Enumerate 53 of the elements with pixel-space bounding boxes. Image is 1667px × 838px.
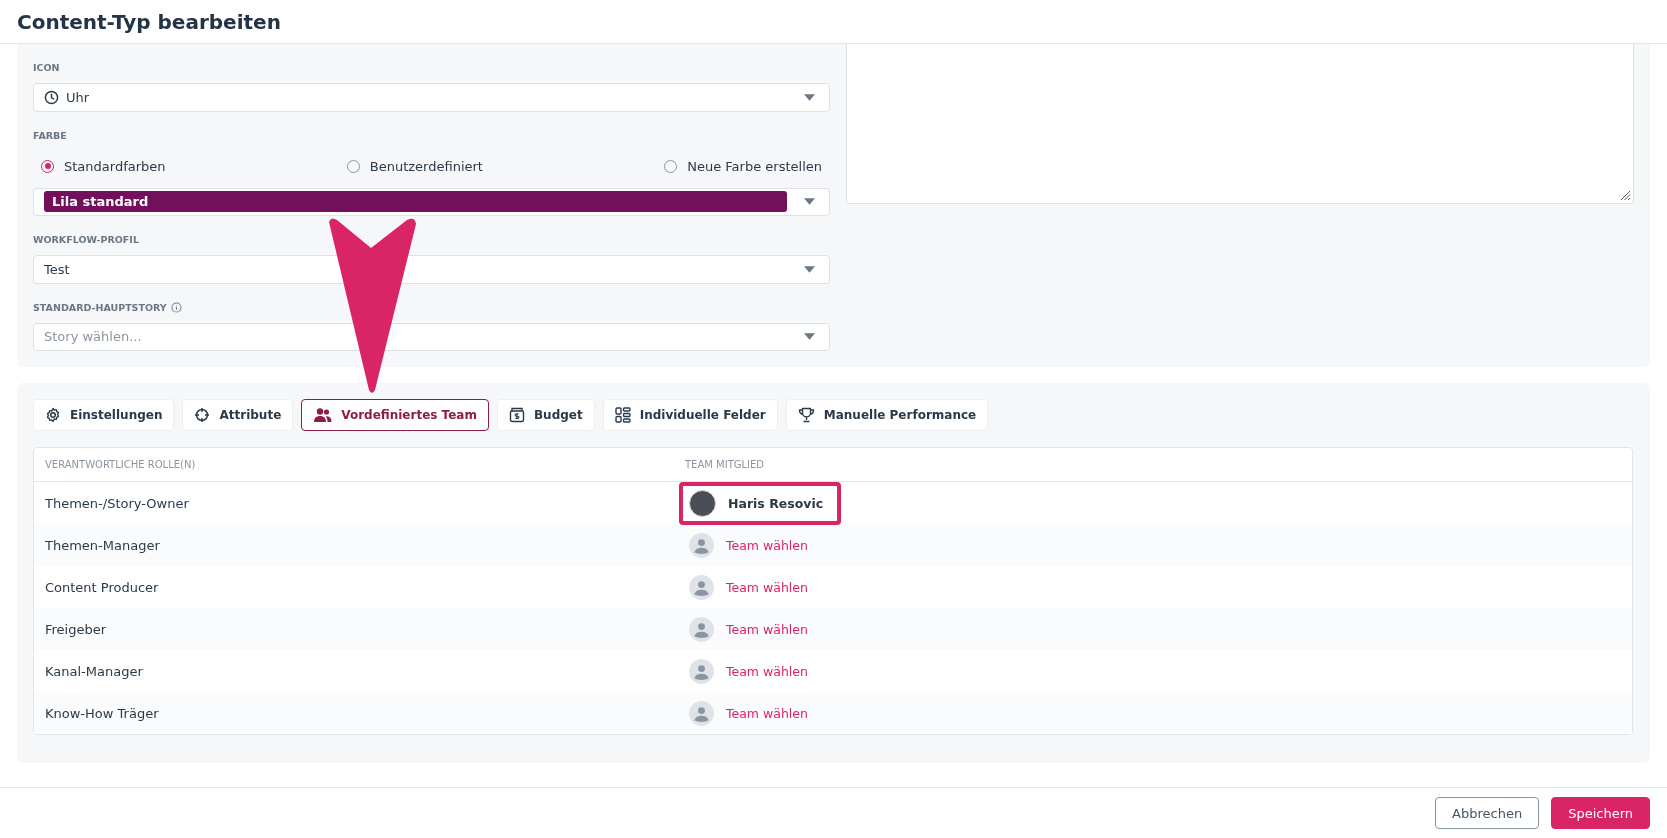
grid-icon [614, 407, 631, 423]
tab[interactable]: Individuelle Felder [602, 399, 778, 431]
user-silhouette-icon [689, 574, 714, 600]
tab[interactable]: Attribute [182, 399, 294, 431]
field-label: FARBE [33, 129, 68, 141]
trophy-icon [797, 407, 815, 423]
role-cell-text: Themen-/Story-Owner [44, 496, 190, 511]
cancel-button[interactable]: Abbrechen [1435, 797, 1540, 829]
choose-team-link[interactable]: Team wählen [726, 579, 808, 595]
role-cell-text: Kanal-Manager [44, 663, 144, 679]
tab[interactable]: Budget [496, 399, 595, 431]
member-name: Haris Resovic [728, 496, 824, 511]
icon-select[interactable]: Uhr [33, 83, 830, 112]
settings-icon [45, 407, 61, 423]
radio-option[interactable]: Neue Farbe erstellen [664, 158, 822, 174]
user-silhouette-icon [689, 532, 714, 558]
caret-icon [804, 198, 815, 206]
choose-team-link[interactable]: Team wählen [726, 537, 808, 553]
choose-team-link[interactable]: Team wählen [726, 621, 808, 637]
window-title: Content-Typ bearbeiten [17, 9, 281, 34]
caret-icon [804, 93, 815, 101]
tab[interactable]: Einstellungen [33, 399, 175, 431]
radio-option[interactable]: Standardfarben [41, 158, 166, 174]
box-icon [508, 407, 525, 423]
field-label: STANDARD-HAUPTSTORY [33, 301, 167, 313]
avatar-photo-placeholder [689, 490, 716, 517]
caret-icon [804, 333, 815, 341]
workflow-select[interactable]: Test [33, 255, 830, 284]
clock-icon [44, 89, 59, 105]
user-silhouette-icon [689, 658, 714, 684]
column-header: TEAM MITGLIED [684, 459, 766, 470]
caret-icon [804, 265, 815, 273]
color-select[interactable]: Lila standard [33, 187, 830, 216]
field-label: WORKFLOW-PROFIL [33, 234, 140, 245]
choose-team-link[interactable]: Team wählen [726, 705, 808, 721]
save-button[interactable]: Speichern [1551, 797, 1650, 829]
user-silhouette-icon [689, 616, 714, 642]
role-cell-text: Freigeber [44, 621, 108, 637]
role-cell-text: Content Producer [44, 579, 160, 595]
tab[interactable]: Vordefiniertes Team [301, 399, 489, 431]
color-chip: Lila standard [44, 191, 787, 213]
radio-option[interactable]: Benutzerdefiniert [346, 158, 483, 174]
tab[interactable]: Manuelle Performance [785, 399, 989, 431]
role-cell-text: Know-How Träger [44, 705, 160, 721]
crosshair-icon [194, 407, 211, 423]
resize-handle-icon[interactable] [1619, 189, 1631, 201]
users-icon [313, 407, 333, 423]
role-cell-text: Themen-Manager [44, 537, 161, 553]
field-label: ICON [33, 62, 61, 73]
user-silhouette-icon [689, 700, 714, 726]
info-icon [170, 301, 182, 313]
column-header: VERANTWORTLICHE ROLLE(N) [44, 459, 197, 470]
choose-team-link[interactable]: Team wählen [726, 663, 808, 679]
